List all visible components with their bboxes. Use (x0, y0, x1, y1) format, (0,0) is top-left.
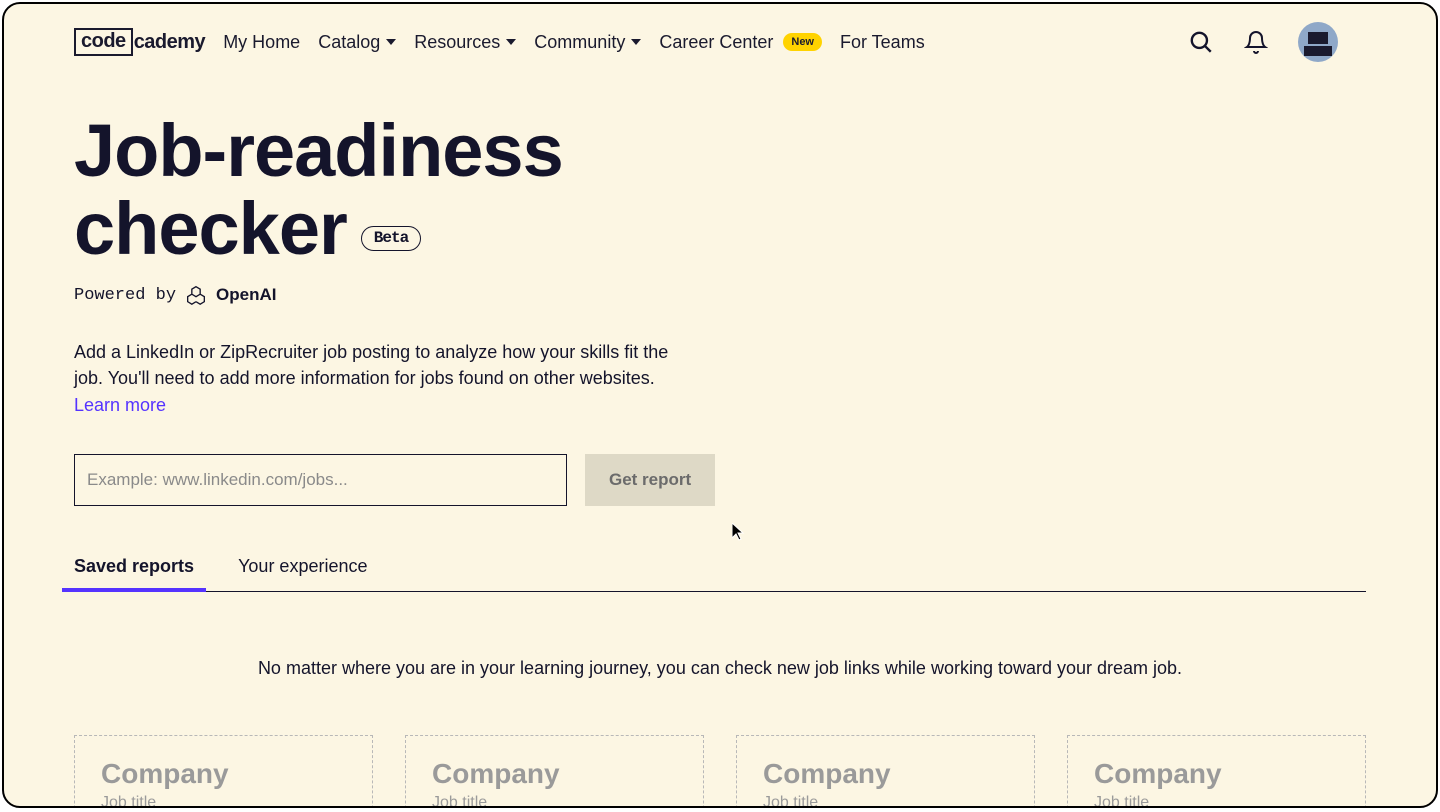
top-nav: codecademy My Home Catalog Resources Com… (4, 4, 1436, 72)
nav-resources[interactable]: Resources (414, 32, 516, 53)
nav-catalog-label: Catalog (318, 32, 380, 53)
chevron-down-icon (631, 39, 641, 45)
title-line2: checker (74, 190, 347, 268)
card-company: Company (432, 758, 677, 790)
avatar[interactable] (1298, 22, 1338, 62)
nav-community[interactable]: Community (534, 32, 641, 53)
nav-career-label: Career Center (659, 32, 773, 53)
powered-by: Powered by OpenAI (74, 285, 1366, 305)
nav-community-label: Community (534, 32, 625, 53)
card-job-title: Job title (101, 794, 346, 808)
beta-badge: Beta (361, 226, 421, 252)
report-card-placeholder: Company Job title (405, 735, 704, 808)
nav-teams-label: For Teams (840, 32, 925, 53)
get-report-button[interactable]: Get report (585, 454, 715, 506)
nav-catalog[interactable]: Catalog (318, 32, 396, 53)
nav-career-center[interactable]: Career Center New (659, 32, 822, 53)
nav-for-teams[interactable]: For Teams (840, 32, 925, 53)
openai-name: OpenAI (216, 285, 276, 305)
report-card-placeholder: Company Job title (736, 735, 1035, 808)
logo[interactable]: codecademy (74, 28, 205, 56)
description: Add a LinkedIn or ZipRecruiter job posti… (74, 339, 694, 417)
card-company: Company (1094, 758, 1339, 790)
card-company: Company (763, 758, 1008, 790)
openai-icon (186, 285, 206, 305)
tab-saved-reports[interactable]: Saved reports (74, 546, 194, 591)
page-title: Job-readiness checker Beta (74, 112, 774, 267)
logo-text: cademy (134, 31, 206, 54)
tabs: Saved reports Your experience (74, 546, 1366, 592)
bell-icon[interactable] (1244, 29, 1268, 55)
nav-my-home[interactable]: My Home (223, 32, 300, 53)
main-content: Job-readiness checker Beta Powered by Op… (4, 72, 1436, 808)
chevron-down-icon (506, 39, 516, 45)
learn-more-link[interactable]: Learn more (74, 395, 166, 415)
job-url-input[interactable] (74, 454, 567, 506)
powered-prefix: Powered by (74, 286, 176, 305)
nav-my-home-label: My Home (223, 32, 300, 53)
card-job-title: Job title (432, 794, 677, 808)
nav-links: My Home Catalog Resources Community Care… (223, 32, 925, 53)
report-card-placeholder: Company Job title (74, 735, 373, 808)
title-line2-row: checker Beta (74, 190, 774, 268)
description-text: Add a LinkedIn or ZipRecruiter job posti… (74, 342, 668, 388)
report-card-placeholder: Company Job title (1067, 735, 1366, 808)
app-window: codecademy My Home Catalog Resources Com… (2, 2, 1438, 808)
card-job-title: Job title (763, 794, 1008, 808)
card-grid: Company Job title Company Job title Comp… (74, 735, 1366, 808)
topbar-right (1188, 22, 1408, 62)
card-job-title: Job title (1094, 794, 1339, 808)
nav-resources-label: Resources (414, 32, 500, 53)
logo-box: code (74, 28, 133, 56)
journey-text: No matter where you are in your learning… (74, 658, 1366, 679)
card-company: Company (101, 758, 346, 790)
title-line1: Job-readiness (74, 112, 774, 190)
search-icon[interactable] (1188, 29, 1214, 55)
new-badge: New (783, 33, 822, 51)
input-row: Get report (74, 454, 1366, 506)
tab-your-experience[interactable]: Your experience (238, 546, 367, 591)
chevron-down-icon (386, 39, 396, 45)
